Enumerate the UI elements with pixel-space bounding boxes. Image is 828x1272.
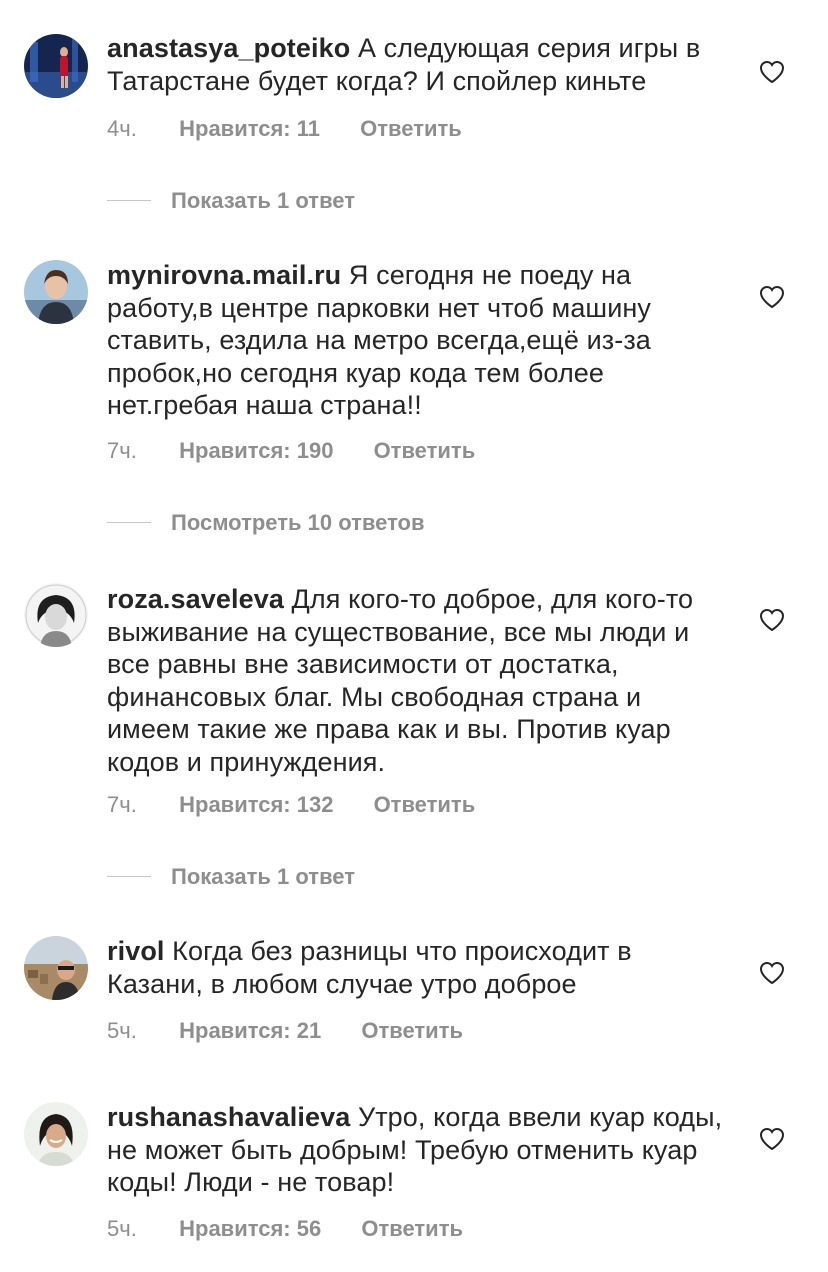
avatar[interactable] [24,583,88,647]
comment-likes[interactable]: Нравится: 132 [179,790,333,820]
comment-username[interactable]: mynirovna.mail.ru [107,260,341,290]
heart-outline-icon[interactable] [759,961,785,985]
comment-username[interactable]: rushanashavalieva [107,1102,350,1132]
comment-text: anastasya_poteiko А следующая серия игры… [107,32,727,97]
heart-outline-icon[interactable] [759,285,785,309]
comment-time: 7ч. [107,438,137,463]
comment-likes[interactable]: Нравится: 21 [179,1016,321,1046]
comment-meta: 7ч. Нравится: 132 Ответить [107,790,475,820]
comment-meta: 7ч. Нравится: 190 Ответить [107,436,475,466]
show-replies-label: Посмотреть 10 ответов [171,510,425,535]
reply-button[interactable]: Ответить [361,1016,463,1046]
show-replies-button[interactable]: Посмотреть 10 ответов [107,508,425,538]
reply-button[interactable]: Ответить [360,114,462,144]
show-replies-label: Показать 1 ответ [171,188,356,213]
comment-time: 5ч. [107,1018,137,1043]
avatar[interactable] [24,1102,88,1166]
comment-meta: 4ч. Нравится: 11 Ответить [107,114,462,144]
comment-username[interactable]: roza.saveleva [107,584,284,614]
avatar[interactable] [24,34,88,98]
show-replies-button[interactable]: Показать 1 ответ [107,186,355,216]
comment-time: 5ч. [107,1216,137,1241]
heart-outline-icon[interactable] [759,60,785,84]
reply-button[interactable]: Ответить [374,436,476,466]
avatar[interactable] [24,936,88,1000]
comment-likes[interactable]: Нравится: 190 [179,436,333,466]
comment-username[interactable]: anastasya_poteiko [107,33,350,63]
divider-line [107,875,151,877]
comment-body: Когда без разницы что происходит в Казан… [107,936,632,999]
comment-text: rivol Когда без разницы что происходит в… [107,935,727,1000]
comment-meta: 5ч. Нравится: 21 Ответить [107,1016,463,1046]
divider-line [107,199,151,201]
comment-likes[interactable]: Нравится: 11 [179,114,320,144]
comment-text: rushanashavalieva Утро, когда ввели куар… [107,1101,727,1199]
divider-line [107,521,151,523]
heart-outline-icon[interactable] [759,1127,785,1151]
comment-username[interactable]: rivol [107,936,165,966]
comment-time: 4ч. [107,116,137,141]
reply-button[interactable]: Ответить [374,790,476,820]
heart-outline-icon[interactable] [759,608,785,632]
comment-text: mynirovna.mail.ru Я сегодня не поеду на … [107,259,727,422]
show-replies-button[interactable]: Показать 1 ответ [107,862,355,892]
comment-time: 7ч. [107,792,137,817]
comment-likes[interactable]: Нравится: 56 [179,1214,321,1244]
reply-button[interactable]: Ответить [361,1214,463,1244]
comment-meta: 5ч. Нравится: 56 Ответить [107,1214,463,1244]
comment-text: roza.saveleva Для кого-то доброе, для ко… [107,583,727,778]
avatar[interactable] [24,260,88,324]
show-replies-label: Показать 1 ответ [171,864,356,889]
